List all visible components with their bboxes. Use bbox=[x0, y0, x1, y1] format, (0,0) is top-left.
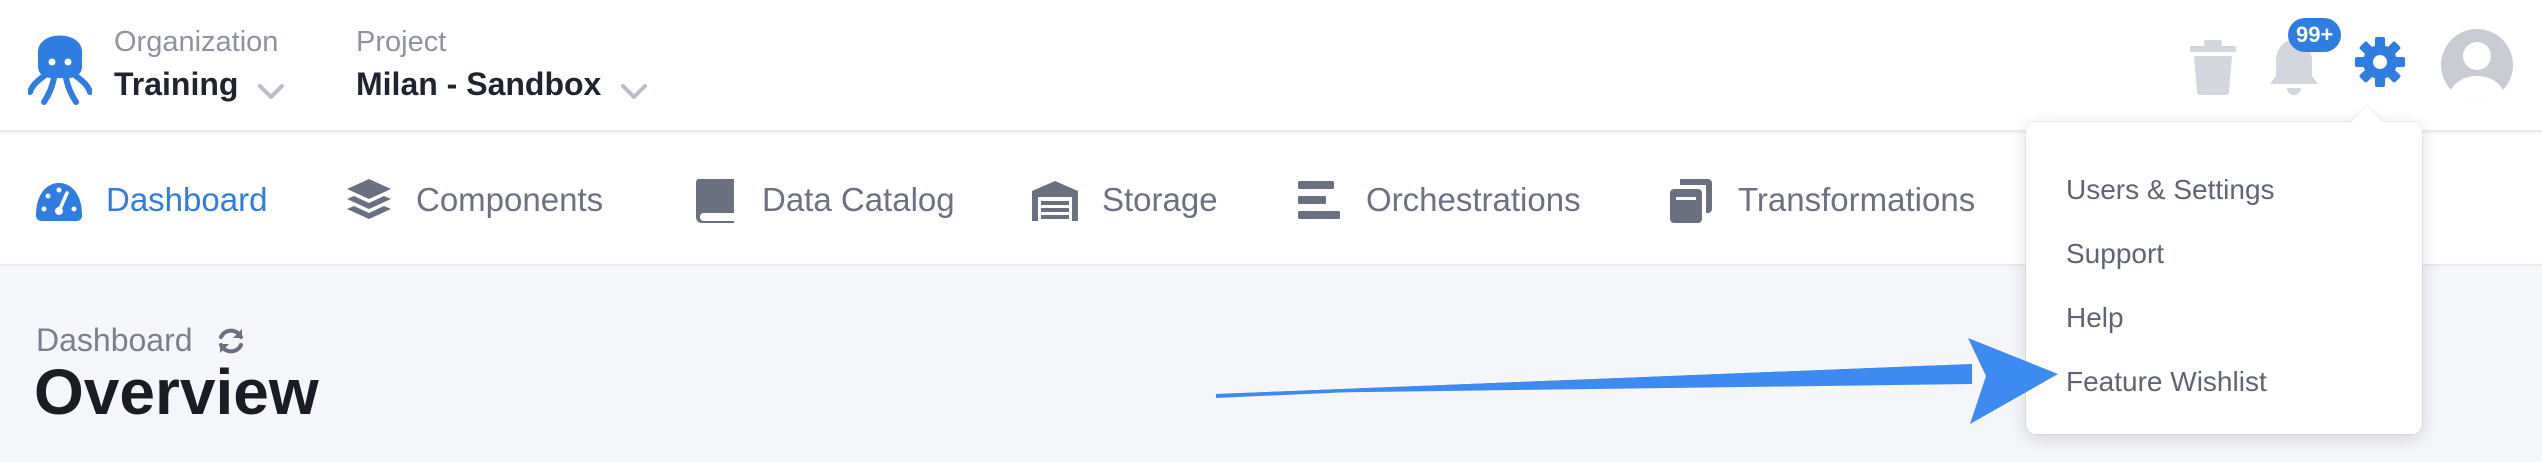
layers-icon bbox=[347, 179, 391, 219]
nav-item-dashboard[interactable]: Dashboard bbox=[34, 134, 267, 266]
nav-label: Data Catalog bbox=[762, 181, 955, 218]
user-avatar-icon[interactable] bbox=[2440, 28, 2514, 102]
bars-icon bbox=[1298, 181, 1340, 219]
page-title: Overview bbox=[34, 356, 319, 428]
gear-icon[interactable] bbox=[2354, 36, 2406, 88]
project-selector[interactable]: Project Milan - Sandbox bbox=[356, 26, 648, 106]
project-caption: Project bbox=[356, 26, 447, 58]
nav-label: Transformations bbox=[1738, 181, 1976, 218]
book-icon bbox=[696, 179, 734, 223]
nav-item-orchestrations[interactable]: Orchestrations bbox=[1294, 134, 1581, 266]
nav-item-transformations[interactable]: Transformations bbox=[1666, 134, 1975, 266]
menu-item-support[interactable]: Support bbox=[2026, 222, 2422, 286]
nav-label: Storage bbox=[1102, 181, 1218, 218]
nav-item-components[interactable]: Components bbox=[344, 134, 603, 266]
notification-count-badge: 99+ bbox=[2288, 18, 2342, 52]
organization-selector[interactable]: Organization Training bbox=[114, 26, 285, 106]
chevron-down-icon bbox=[620, 83, 647, 99]
octopus-logo-icon[interactable] bbox=[28, 22, 92, 106]
trash-icon[interactable] bbox=[2188, 38, 2238, 96]
settings-dropdown-menu: Users & Settings Support Help Feature Wi… bbox=[2026, 106, 2422, 434]
top-header: Organization Training Project Milan - Sa… bbox=[0, 0, 2542, 132]
gauge-icon bbox=[36, 183, 82, 221]
organization-caption: Organization bbox=[114, 26, 279, 58]
menu-item-users-settings[interactable]: Users & Settings bbox=[2026, 158, 2422, 222]
nav-item-data-catalog[interactable]: Data Catalog bbox=[690, 134, 955, 266]
menu-item-help[interactable]: Help bbox=[2026, 286, 2422, 350]
nav-label: Dashboard bbox=[106, 181, 268, 218]
nav-label: Components bbox=[416, 181, 604, 218]
organization-name: Training bbox=[114, 66, 239, 102]
warehouse-icon bbox=[1032, 181, 1078, 221]
chevron-down-icon bbox=[257, 83, 284, 99]
menu-item-feature-wishlist[interactable]: Feature Wishlist bbox=[2026, 350, 2422, 414]
nav-item-storage[interactable]: Storage bbox=[1030, 134, 1218, 266]
nav-label: Orchestrations bbox=[1366, 181, 1581, 218]
refresh-icon[interactable] bbox=[215, 325, 247, 357]
project-name: Milan - Sandbox bbox=[356, 66, 602, 102]
copy-icon bbox=[1670, 179, 1712, 223]
